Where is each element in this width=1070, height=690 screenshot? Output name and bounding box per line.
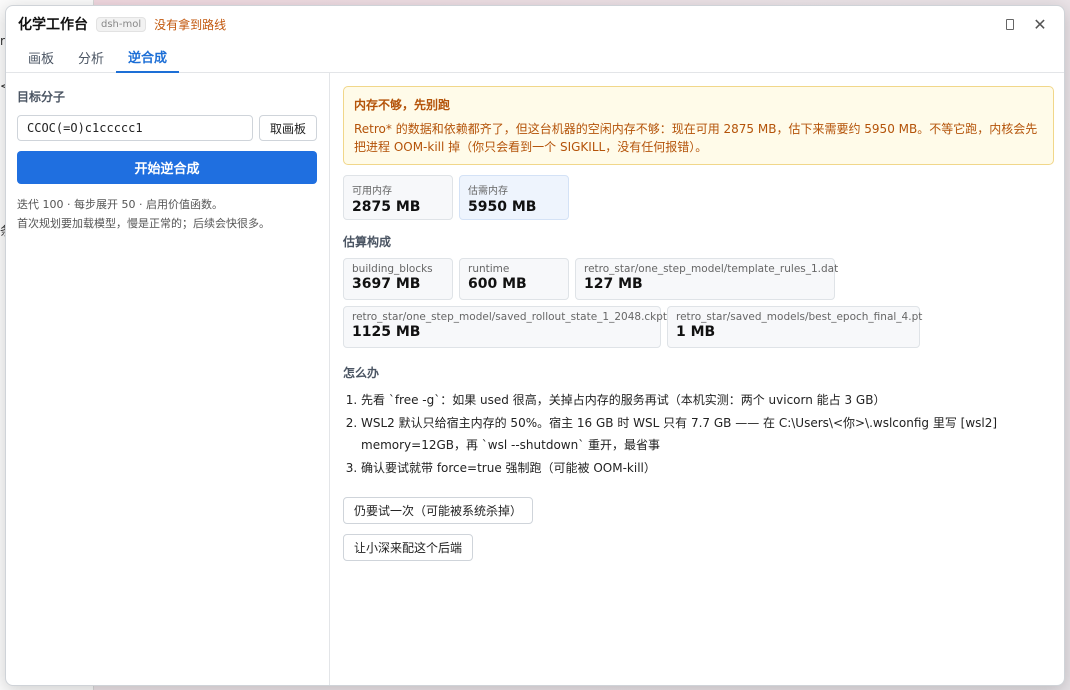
needed-memory-label: 估需内存 bbox=[468, 186, 508, 197]
tab-analysis[interactable]: 分析 bbox=[66, 42, 116, 73]
left-panel: 目标分子 取画板 开始逆合成 迭代 100 · 每步展开 50 · 启用价值函数… bbox=[6, 73, 330, 685]
breakdown-label: building_blocks bbox=[352, 263, 433, 275]
window-title: 化学工作台 bbox=[18, 17, 88, 33]
breakdown-label: retro_star/one_step_model/template_rules… bbox=[584, 263, 839, 275]
available-memory-label: 可用内存 bbox=[352, 186, 392, 197]
alert-title: 内存不够，先别跑 bbox=[354, 98, 451, 112]
howto-step: 先看 `free -g`：如果 used 很高，关掉占内存的服务再试（本机实测：… bbox=[361, 389, 1023, 412]
breakdown-label: retro_star/one_step_model/saved_rollout_… bbox=[352, 311, 668, 323]
memory-warning-alert: 内存不够，先别跑 Retro* 的数据和依赖都齐了，但这台机器的空闲内存不够：现… bbox=[343, 86, 1054, 165]
alert-body: Retro* 的数据和依赖都齐了，但这台机器的空闲内存不够：现在可用 2875 … bbox=[354, 122, 1038, 154]
howto-steps: 先看 `free -g`：如果 used 很高，关掉占内存的服务再试（本机实测：… bbox=[343, 389, 1023, 479]
breakdown-card: retro_star/one_step_model/template_rules… bbox=[575, 258, 839, 300]
breakdown-card: retro_star/saved_models/best_epoch_final… bbox=[667, 306, 923, 348]
force-run-button[interactable]: 仍要试一次（可能被系统杀掉） bbox=[343, 497, 534, 524]
needed-memory-card: 估需内存 5950 MB bbox=[459, 175, 569, 220]
target-molecule-label: 目标分子 bbox=[17, 90, 66, 104]
memory-summary: 可用内存 2875 MB 估需内存 5950 MB bbox=[343, 175, 1055, 220]
breakdown-value: 127 MB bbox=[584, 276, 643, 292]
hint-line: 首次规划要加载模型，慢是正常的；后续会快很多。 bbox=[17, 217, 270, 230]
breakdown-title: 估算构成 bbox=[343, 235, 392, 249]
breakdown-card: retro_star/one_step_model/saved_rollout_… bbox=[343, 306, 668, 348]
tab-retrosynthesis[interactable]: 逆合成 bbox=[116, 42, 180, 73]
search-settings-hint: 迭代 100 · 每步展开 50 · 启用价值函数。 首次规划要加载模型，慢是正… bbox=[17, 195, 318, 233]
tab-canvas[interactable]: 画板 bbox=[16, 42, 66, 73]
maximize-button[interactable] bbox=[1000, 14, 1020, 34]
configure-backend-button[interactable]: 让小深来配这个后端 bbox=[343, 534, 474, 561]
start-retrosynthesis-button[interactable]: 开始逆合成 bbox=[17, 151, 317, 184]
breakdown-value: 3697 MB bbox=[352, 276, 421, 292]
model-badge: dsh-mol bbox=[96, 16, 147, 32]
title-bar: 化学工作台 dsh-mol 没有拿到路线 ✕ bbox=[6, 6, 1064, 42]
needed-memory-value: 5950 MB bbox=[468, 199, 537, 215]
howto-title: 怎么办 bbox=[343, 366, 380, 380]
route-status: 没有拿到路线 bbox=[154, 17, 227, 32]
hint-line: 迭代 100 · 每步展开 50 · 启用价值函数。 bbox=[17, 198, 223, 211]
breakdown-value: 600 MB bbox=[468, 276, 527, 292]
tab-bar: 画板 分析 逆合成 bbox=[6, 42, 1064, 73]
available-memory-card: 可用内存 2875 MB bbox=[343, 175, 453, 220]
breakdown-value: 1125 MB bbox=[352, 324, 421, 340]
howto-step: 确认要试就带 force=true 强制跑（可能被 OOM-kill） bbox=[361, 457, 1023, 480]
close-icon: ✕ bbox=[1033, 14, 1047, 34]
right-panel: 内存不够，先别跑 Retro* 的数据和依赖都齐了，但这台机器的空闲内存不够：现… bbox=[343, 86, 1055, 561]
breakdown-card: runtime 600 MB bbox=[459, 258, 569, 300]
breakdown-card: building_blocks 3697 MB bbox=[343, 258, 453, 300]
fetch-from-canvas-button[interactable]: 取画板 bbox=[259, 115, 317, 141]
howto-step: WSL2 默认只给宿主内存的 50%。宿主 16 GB 时 WSL 只有 7.7… bbox=[361, 412, 1023, 457]
chemistry-workbench-window: 化学工作台 dsh-mol 没有拿到路线 ✕ 画板 分析 逆合成 目标分子 取画… bbox=[5, 5, 1065, 686]
maximize-icon bbox=[1006, 18, 1014, 30]
memory-breakdown: building_blocks 3697 MB runtime 600 MB r… bbox=[343, 258, 943, 348]
close-button[interactable]: ✕ bbox=[1030, 14, 1050, 34]
smiles-row: 取画板 bbox=[17, 115, 318, 141]
breakdown-value: 1 MB bbox=[676, 324, 716, 340]
breakdown-label: retro_star/saved_models/best_epoch_final… bbox=[676, 311, 923, 323]
breakdown-label: runtime bbox=[468, 263, 510, 275]
available-memory-value: 2875 MB bbox=[352, 199, 421, 215]
smiles-input[interactable] bbox=[17, 115, 253, 141]
